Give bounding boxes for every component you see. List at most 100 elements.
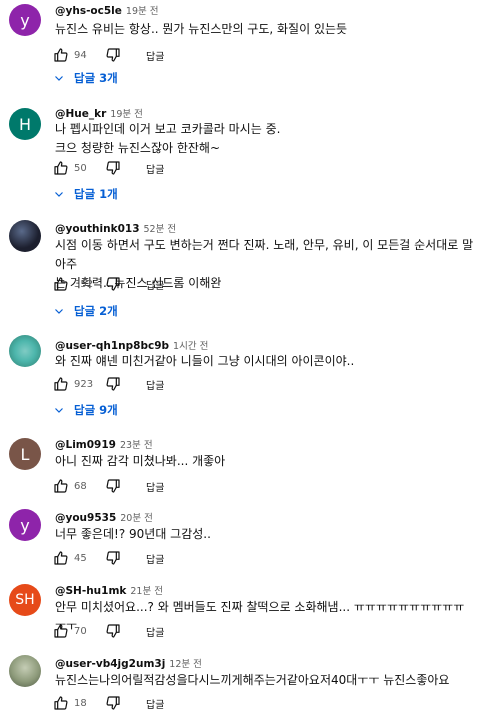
replies-label: 답글 9개 bbox=[74, 403, 118, 417]
author-handle[interactable]: @youthink013 bbox=[55, 223, 140, 235]
comment-line: 너무 좋은데!? 90년대 그감성.. bbox=[55, 527, 211, 541]
timestamp[interactable]: 19분 전 bbox=[126, 6, 159, 17]
thumbs-up-icon[interactable] bbox=[52, 694, 70, 712]
comment-header: @youthink013 52분 전 bbox=[55, 221, 176, 235]
avatar[interactable]: H bbox=[9, 108, 41, 140]
avatar-letter: L bbox=[20, 444, 30, 464]
view-replies-button[interactable]: 답글 1개 bbox=[52, 183, 118, 205]
comment-actions: 94 답글 bbox=[52, 45, 164, 65]
thumbs-up-icon[interactable] bbox=[52, 46, 70, 64]
author-handle[interactable]: @Hue_kr bbox=[55, 108, 106, 120]
comment-line: 나 펩시파인데 이거 보고 코카콜라 마시는 중. bbox=[55, 122, 281, 136]
comment-actions: 50 답글 bbox=[52, 158, 164, 178]
chevron-down-icon bbox=[52, 71, 66, 85]
timestamp[interactable]: 21분 전 bbox=[130, 586, 163, 597]
comment-text: 너무 좋은데!? 90년대 그감성.. bbox=[55, 525, 475, 544]
thumbs-down-icon[interactable] bbox=[104, 694, 122, 712]
reply-button[interactable]: 답글 bbox=[146, 696, 164, 711]
reply-button[interactable]: 답글 bbox=[146, 161, 164, 176]
comment-header: @yhs-oc5le 19분 전 bbox=[55, 3, 159, 17]
thumbs-up-icon[interactable] bbox=[52, 275, 70, 293]
timestamp[interactable]: 12분 전 bbox=[169, 659, 202, 670]
comment-text: 나 펩시파인데 이거 보고 코카콜라 마시는 중. 크으 청량한 뉴진스잖아 한… bbox=[55, 120, 475, 158]
thumbs-up-icon[interactable] bbox=[52, 159, 70, 177]
chevron-down-icon bbox=[52, 187, 66, 201]
reply-button[interactable]: 답글 bbox=[146, 551, 164, 566]
comment-text: 뉴진스 유비는 항상.. 뭔가 뉴진스만의 구도, 화질이 있는듯 bbox=[55, 20, 475, 39]
comment-header: @user-vb4jg2um3j 12분 전 bbox=[55, 656, 202, 670]
author-handle[interactable]: @user-vb4jg2um3j bbox=[55, 658, 165, 670]
author-handle[interactable]: @yhs-oc5le bbox=[55, 5, 122, 17]
comment-line: 아니 진짜 감각 미쳤나봐... 개좋아 bbox=[55, 454, 226, 468]
avatar[interactable]: L bbox=[9, 438, 41, 470]
replies-label: 답글 2개 bbox=[74, 304, 118, 318]
timestamp[interactable]: 1시간 전 bbox=[173, 341, 208, 352]
reply-button[interactable]: 답글 bbox=[146, 277, 164, 292]
avatar[interactable] bbox=[9, 655, 41, 687]
author-handle[interactable]: @Lim0919 bbox=[55, 439, 116, 451]
timestamp[interactable]: 52분 전 bbox=[144, 224, 177, 235]
avatar[interactable]: SH bbox=[9, 584, 41, 616]
thumbs-up-icon[interactable] bbox=[52, 375, 70, 393]
avatar-letter: y bbox=[20, 515, 30, 535]
avatar-letter: y bbox=[20, 10, 30, 30]
reply-button[interactable]: 답글 bbox=[146, 479, 164, 494]
author-handle[interactable]: @you9535 bbox=[55, 512, 116, 524]
comment-actions: 923 답글 bbox=[52, 374, 164, 394]
thumbs-down-icon[interactable] bbox=[104, 375, 122, 393]
comment-header: @Hue_kr 19분 전 bbox=[55, 106, 143, 120]
comment-header: @you9535 20분 전 bbox=[55, 510, 153, 524]
author-handle[interactable]: @user-qh1np8bc9b bbox=[55, 340, 169, 352]
avatar[interactable] bbox=[9, 335, 41, 367]
view-replies-button[interactable]: 답글 3개 bbox=[52, 67, 118, 89]
like-count: 50 bbox=[74, 162, 87, 174]
avatar[interactable]: y bbox=[9, 4, 41, 36]
reply-button[interactable]: 답글 bbox=[146, 48, 164, 63]
author-handle[interactable]: @SH-hu1mk bbox=[55, 585, 126, 597]
avatar-letter: SH bbox=[15, 592, 35, 608]
reply-button[interactable]: 답글 bbox=[146, 377, 164, 392]
comment-text: 와 진짜 얘넨 미친거같아 니들이 그냥 이시대의 아이콘이야.. bbox=[55, 352, 475, 371]
chevron-down-icon bbox=[52, 403, 66, 417]
comment-line: 크으 청량한 뉴진스잖아 한잔해~ bbox=[55, 141, 221, 155]
thumbs-down-icon[interactable] bbox=[104, 549, 122, 567]
thumbs-down-icon[interactable] bbox=[104, 477, 122, 495]
avatar[interactable]: y bbox=[9, 509, 41, 541]
comment-line: 뉴진스 유비는 항상.. 뭔가 뉴진스만의 구도, 화질이 있는듯 bbox=[55, 22, 348, 36]
like-count: 923 bbox=[74, 378, 94, 390]
thumbs-down-icon[interactable] bbox=[104, 275, 122, 293]
comment-actions: 352 답글 bbox=[52, 274, 164, 294]
replies-label: 답글 3개 bbox=[74, 71, 118, 85]
avatar-letter: H bbox=[18, 114, 32, 134]
like-count: 45 bbox=[74, 552, 87, 564]
comment-text: 뉴진스는나의어릴적감성을다시느끼게해주는거같아요저40대ㅜㅜ 뉴진스좋아요 bbox=[55, 671, 475, 690]
thumbs-up-icon[interactable] bbox=[52, 477, 70, 495]
view-replies-button[interactable]: 답글 9개 bbox=[52, 399, 118, 421]
like-count: 18 bbox=[74, 697, 87, 709]
timestamp[interactable]: 20분 전 bbox=[120, 513, 153, 524]
comment-actions: 68 답글 bbox=[52, 476, 164, 496]
thumbs-down-icon[interactable] bbox=[104, 46, 122, 64]
comment-line: 와 진짜 얘넨 미친거같아 니들이 그냥 이시대의 아이콘이야.. bbox=[55, 354, 355, 368]
timestamp[interactable]: 19분 전 bbox=[110, 109, 143, 120]
comment-actions: 45 답글 bbox=[52, 548, 164, 568]
comment-header: @Lim0919 23분 전 bbox=[55, 437, 153, 451]
thumbs-up-icon[interactable] bbox=[52, 549, 70, 567]
comment-line: 시점 이동 하면서 구도 변하는거 쩐다 진짜. 노래, 안무, 유비, 이 모… bbox=[55, 238, 474, 271]
replies-label: 답글 1개 bbox=[74, 187, 118, 201]
like-count: 352 bbox=[74, 278, 94, 290]
like-count: 94 bbox=[74, 49, 87, 61]
thumbs-up-icon[interactable] bbox=[52, 622, 70, 640]
like-count: 68 bbox=[74, 480, 87, 492]
comment-actions: 70 답글 bbox=[52, 621, 164, 641]
comment-actions: 18 답글 bbox=[52, 693, 164, 713]
thumbs-down-icon[interactable] bbox=[104, 622, 122, 640]
avatar[interactable] bbox=[9, 220, 41, 252]
thumbs-down-icon[interactable] bbox=[104, 159, 122, 177]
view-replies-button[interactable]: 답글 2개 bbox=[52, 300, 118, 322]
reply-button[interactable]: 답글 bbox=[146, 624, 164, 639]
chevron-down-icon bbox=[52, 304, 66, 318]
comment-line: 뉴진스는나의어릴적감성을다시느끼게해주는거같아요저40대ㅜㅜ 뉴진스좋아요 bbox=[55, 673, 450, 687]
comment-text: 아니 진짜 감각 미쳤나봐... 개좋아 bbox=[55, 452, 475, 471]
timestamp[interactable]: 23분 전 bbox=[120, 440, 153, 451]
